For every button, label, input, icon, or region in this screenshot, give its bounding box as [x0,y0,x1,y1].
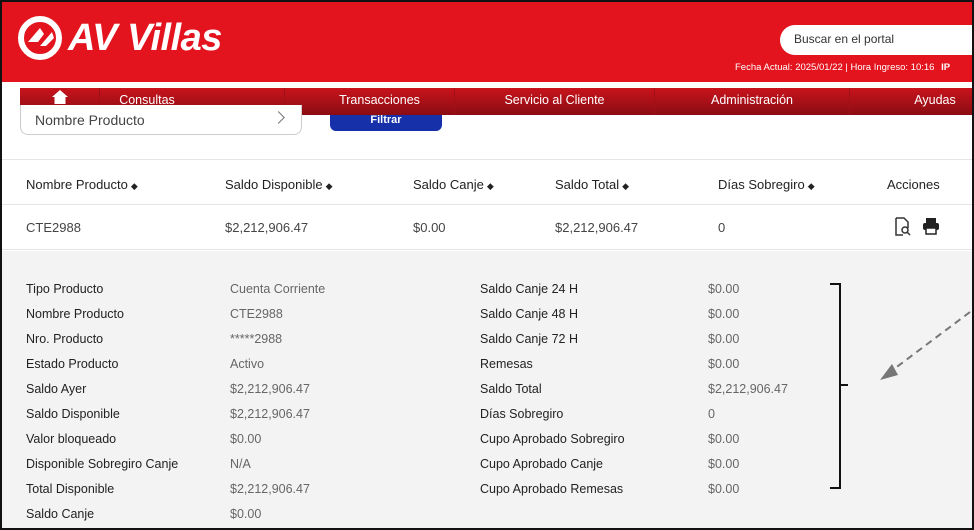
fecha-hora-text: Fecha Actual: 2025/01/22 | Hora Ingreso:… [735,62,935,73]
chevron-right-icon [272,111,285,124]
filter-button[interactable]: Filtrar [330,115,442,131]
cell-nombre: CTE2988 [26,220,81,235]
col-saldo-disponible[interactable]: Saldo Disponible ◆ [225,177,333,192]
col-dias-sobregiro[interactable]: Días Sobregiro ◆ [718,177,815,192]
detail-label: Saldo Ayer [26,382,87,396]
detail-label: Remesas [480,357,533,371]
detail-value: $2,212,906.47 [230,407,310,421]
session-info: Fecha Actual: 2025/01/22 | Hora Ingreso:… [735,62,950,73]
logo[interactable]: AV Villas [18,16,222,60]
nav-transacciones[interactable]: Transacciones [285,88,455,115]
col-label: Nombre Producto [26,177,128,192]
detail-label: Nombre Producto [26,307,124,321]
table-row[interactable]: CTE2988 $2,212,906.47 $0.00 $2,212,906.4… [2,205,972,250]
detail-value: $0.00 [708,482,740,496]
top-header: AV Villas Buscar en el portal Fecha Actu… [2,2,972,82]
ip-label: IP [941,62,951,73]
cell-saldo-total: $2,212,906.47 [555,220,639,235]
detail-label: Cupo Aprobado Remesas [480,482,624,496]
detail-value: 0 [708,407,715,421]
detail-label: Saldo Canje 24 H [480,282,578,296]
detail-value: Activo [230,357,265,371]
col-saldo-canje[interactable]: Saldo Canje ◆ [413,177,494,192]
col-label: Saldo Canje [413,177,484,192]
col-nombre-producto[interactable]: Nombre Producto ◆ [26,177,138,192]
logo-text: AV Villas [68,16,222,59]
detail-label: Saldo Disponible [26,407,120,421]
nav-ayudas[interactable]: Ayudas [850,88,972,115]
detail-label: Total Disponible [26,482,115,496]
detail-value: $2,212,906.47 [230,482,310,496]
cell-saldo-disponible: $2,212,906.47 [225,220,309,235]
detail-label: Estado Producto [26,357,119,371]
sort-icon: ◆ [130,181,138,191]
sort-icon: ◆ [807,181,815,191]
detail-value: $0.00 [230,507,262,521]
product-select-value: Nombre Producto [35,112,145,128]
detail-value: $2,212,906.47 [230,382,310,396]
page-frame: AV Villas Buscar en el portal Fecha Actu… [0,0,974,530]
sort-icon: ◆ [622,181,630,191]
home-icon [51,90,68,104]
col-label: Días Sobregiro [718,177,805,192]
detail-label: Disponible Sobregiro Canje [26,457,179,471]
detail-label: Tipo Producto [26,282,104,296]
detail-label: Cupo Aprobado Canje [480,457,604,471]
detail-label: Días Sobregiro [480,407,564,421]
col-saldo-total[interactable]: Saldo Total ◆ [555,177,629,192]
nav-administracion[interactable]: Administración [655,88,850,115]
detail-label: Saldo Total [480,382,542,396]
filter-bar: Nombre Producto Filtrar [2,105,972,135]
print-icon[interactable] [922,217,940,235]
cell-dias-sobregiro: 0 [718,220,726,235]
detail-value: $0.00 [708,357,740,371]
detail-label: Nro. Producto [26,332,104,346]
detail-label: Saldo Canje 48 H [480,307,578,321]
detail-value: $0.00 [708,332,740,346]
detail-value: N/A [230,457,251,471]
detail-value: $0.00 [230,432,262,446]
cell-saldo-canje: $0.00 [413,220,446,235]
nav-servicio-cliente[interactable]: Servicio al Cliente [455,88,655,115]
detail-label: Saldo Canje 72 H [480,332,578,346]
table-header: Nombre Producto ◆ Saldo Disponible ◆ Saldo… [2,159,972,205]
logo-icon [18,16,62,60]
detail-value: $0.00 [708,432,740,446]
col-label: Saldo Disponible [225,177,323,192]
product-select[interactable]: Nombre Producto [20,105,302,135]
detail-label: Valor bloqueado [26,432,117,446]
detail-value: $2,212,906.47 [708,382,788,396]
detail-label: Cupo Aprobado Sobregiro [480,432,625,446]
col-acciones: Acciones [887,177,940,192]
sort-icon: ◆ [325,181,333,191]
annotation-bracket-arrow [830,283,971,489]
detail-value: Cuenta Corriente [230,282,326,296]
detail-value: $0.00 [708,457,740,471]
detail-label: Saldo Canje [26,507,95,521]
view-detail-icon[interactable] [894,217,912,237]
detail-value: $0.00 [708,282,740,296]
col-label: Saldo Total [555,177,620,192]
search-input[interactable]: Buscar en el portal [780,25,972,55]
detail-value: $0.00 [708,307,740,321]
detail-value: *****2988 [230,332,283,346]
sort-icon: ◆ [486,181,494,191]
detail-value: CTE2988 [230,307,283,321]
